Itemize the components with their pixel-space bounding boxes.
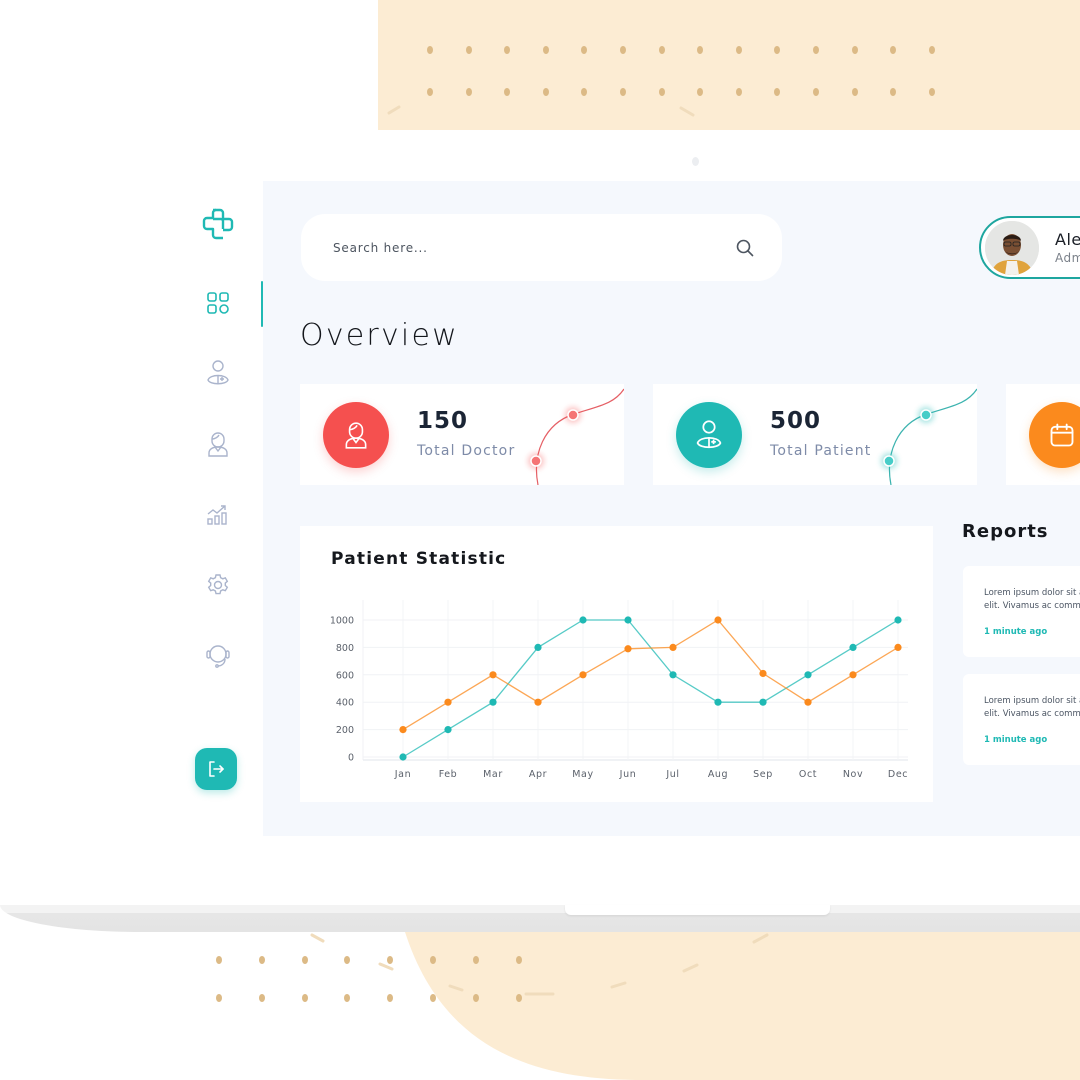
data-point-teal (669, 671, 677, 679)
y-tick-label: 200 (336, 725, 354, 736)
sidebar-item-statistics[interactable] (204, 501, 232, 529)
data-point-teal (444, 726, 452, 734)
search-icon[interactable] (736, 239, 754, 257)
stat-label: Total Patient (770, 443, 872, 459)
data-point-orange (534, 698, 542, 706)
data-point-orange (624, 645, 632, 653)
grid-icon (207, 292, 229, 314)
y-tick-label: 600 (336, 670, 354, 681)
x-tick-label: Sep (753, 769, 773, 780)
report-text-line1: Lorem ipsum dolor sit amet, consectetur (984, 588, 1080, 598)
data-point-teal (534, 643, 542, 651)
patient-icon (696, 420, 722, 449)
logout-button[interactable] (195, 748, 237, 790)
gear-icon (207, 574, 229, 595)
stat-value: 500 (770, 408, 822, 434)
patient-statistic-chart: 0 200 400 600 800 1000 Jan Feb Mar Apr May Jun Jul A… (330, 600, 908, 780)
y-tick-label: 0 (348, 753, 354, 764)
x-tick-label: Oct (799, 769, 817, 780)
data-point-teal (759, 698, 767, 706)
data-point-orange (849, 671, 857, 679)
x-tick-label: Aug (708, 769, 728, 780)
data-point-teal (399, 753, 407, 761)
y-tick-label: 800 (336, 643, 354, 654)
sidebar-item-support[interactable] (204, 641, 232, 669)
avatar (985, 220, 1039, 275)
data-point-orange (804, 698, 812, 706)
data-point-orange (489, 671, 497, 679)
series-line-teal (402, 619, 899, 758)
data-point-teal (489, 698, 497, 706)
chart-icon (207, 505, 227, 525)
x-tick-label: Nov (843, 769, 863, 780)
data-point-orange (894, 643, 902, 651)
x-tick-label: Mar (483, 769, 503, 780)
sidebar-item-settings[interactable] (204, 571, 232, 599)
report-text-line1: Lorem ipsum dolor sit amet, consectetur (984, 696, 1080, 706)
x-tick-label: May (572, 769, 593, 780)
laptop-base-notch (565, 905, 830, 915)
data-point-teal (579, 616, 587, 624)
dot-pattern-top (427, 46, 967, 96)
search-input[interactable] (333, 240, 736, 255)
sidebar-item-doctors[interactable] (204, 430, 232, 458)
data-point-orange (399, 726, 407, 734)
logout-icon (209, 761, 224, 777)
report-item[interactable]: Lorem ipsum dolor sit amet, consectetur … (963, 674, 1080, 765)
data-point-teal (624, 616, 632, 624)
stat-card-doctors[interactable]: 150 Total Doctor (300, 384, 624, 485)
sidebar-item-dashboard[interactable] (204, 289, 232, 317)
doctor-icon (208, 432, 228, 457)
decorative-curve (881, 388, 977, 485)
search-bar[interactable] (301, 214, 782, 281)
data-point-teal (894, 616, 902, 624)
x-tick-label: Feb (439, 769, 458, 780)
dot-pattern-bottom (216, 956, 558, 1002)
reports-title: Reports (962, 521, 1049, 542)
profile-name: Alex (1055, 230, 1080, 249)
stat-label: Total Doctor (417, 443, 516, 459)
profile-role: Admin (1055, 251, 1080, 265)
x-tick-label: Jul (665, 769, 679, 780)
x-tick-label: Jan (394, 769, 411, 780)
x-tick-label: Jun (619, 769, 637, 780)
calendar-icon (1050, 423, 1074, 447)
laptop-base (0, 905, 1080, 932)
data-point-orange (759, 669, 767, 678)
report-time: 1 minute ago (984, 735, 1048, 745)
logo-icon[interactable] (200, 206, 236, 242)
page-title: Overview (300, 318, 459, 353)
data-point-teal (804, 671, 812, 679)
doctor-icon (345, 422, 367, 449)
calendar-icon-badge (1029, 402, 1080, 468)
stat-value: 150 (417, 408, 469, 434)
sidebar-item-patients[interactable] (204, 359, 232, 387)
y-tick-label: 400 (336, 698, 354, 709)
doctor-icon-badge (323, 402, 389, 468)
background-shape-bottom (405, 932, 1080, 1080)
stat-card-patients[interactable]: 500 Total Patient (653, 384, 977, 485)
patient-icon (207, 360, 229, 385)
x-tick-label: Dec (888, 769, 908, 780)
data-point-teal (714, 698, 722, 706)
x-tick-label: Apr (529, 769, 547, 780)
data-point-orange (444, 698, 452, 706)
decorative-curve (528, 388, 624, 485)
report-time: 1 minute ago (984, 627, 1048, 637)
y-tick-label: 1000 (330, 616, 354, 627)
headset-icon (206, 645, 230, 668)
camera-dot (692, 157, 699, 166)
stat-card-appointments[interactable] (1006, 384, 1080, 485)
patient-icon-badge (676, 402, 742, 468)
data-point-orange (669, 643, 677, 651)
report-text-line2: elit. Vivamus ac commodo (984, 601, 1080, 611)
report-item[interactable]: Lorem ipsum dolor sit amet, consectetur … (963, 566, 1080, 657)
data-point-orange (714, 616, 722, 624)
report-text-line2: elit. Vivamus ac commodo (984, 709, 1080, 719)
data-point-orange (579, 671, 587, 679)
user-profile[interactable]: Alex Admin (979, 216, 1080, 279)
data-point-teal (849, 643, 857, 651)
patient-statistic-card: Patient Statistic 0 200 400 600 800 1000 Jan F… (300, 526, 933, 802)
